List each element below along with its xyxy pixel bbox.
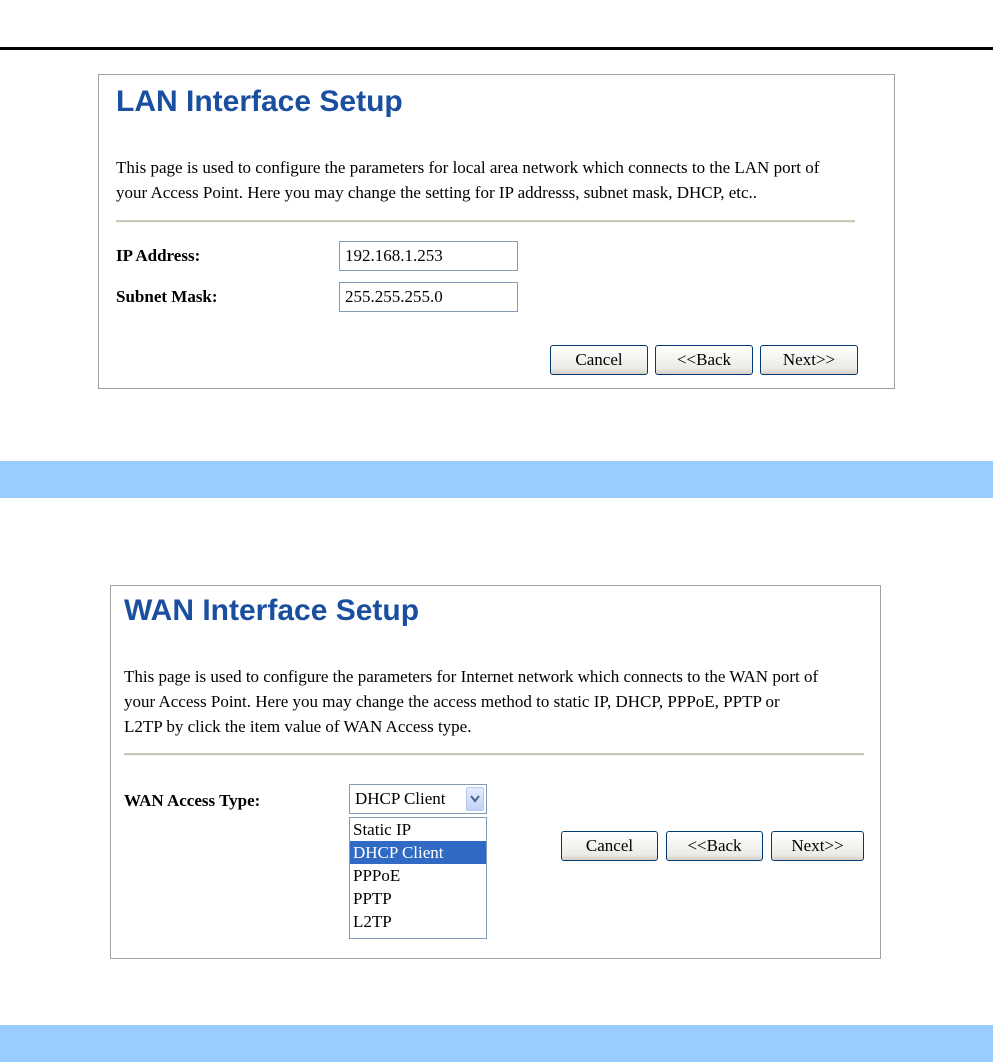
option-static-ip[interactable]: Static IP <box>350 818 486 841</box>
wan-back-button[interactable]: <<Back <box>666 831 763 861</box>
lan-page-title: LAN Interface Setup <box>116 85 403 118</box>
top-rule <box>0 47 993 50</box>
option-l2tp[interactable]: L2TP <box>350 910 486 933</box>
wan-access-type-label: WAN Access Type: <box>124 791 261 810</box>
ip-address-label: IP Address: <box>116 246 201 265</box>
wan-access-type-select[interactable]: DHCP Client <box>349 784 487 814</box>
chevron-down-icon <box>470 795 480 803</box>
wan-next-button[interactable]: Next>> <box>771 831 864 861</box>
wan-description-line-2: your Access Point. Here you may change t… <box>124 692 780 711</box>
lan-description-line-1: This page is used to configure the param… <box>116 158 820 177</box>
lan-description-line-2: your Access Point. Here you may change t… <box>116 183 758 202</box>
wan-page-title: WAN Interface Setup <box>124 594 420 627</box>
lan-back-button[interactable]: <<Back <box>655 345 753 375</box>
ip-address-input[interactable] <box>339 241 518 271</box>
section-band-2 <box>0 1025 993 1062</box>
option-pptp[interactable]: PPTP <box>350 887 486 910</box>
lan-divider <box>116 220 855 223</box>
wan-access-type-value: DHCP Client <box>355 789 446 808</box>
lan-next-button[interactable]: Next>> <box>760 345 858 375</box>
dropdown-arrow-button[interactable] <box>466 787 484 811</box>
option-pppoe[interactable]: PPPoE <box>350 864 486 887</box>
lan-cancel-button[interactable]: Cancel <box>550 345 648 375</box>
subnet-mask-input[interactable] <box>339 282 518 312</box>
wan-description-line-1: This page is used to configure the param… <box>124 667 819 686</box>
wan-cancel-button[interactable]: Cancel <box>561 831 658 861</box>
wan-divider <box>124 753 864 756</box>
section-band-1 <box>0 461 993 498</box>
wan-access-type-dropdown-list: Static IP DHCP Client PPPoE PPTP L2TP <box>349 817 487 939</box>
wan-setup-panel: WAN Interface Setup This page is used to… <box>110 585 881 959</box>
wan-description-line-3: L2TP by click the item value of WAN Acce… <box>124 717 472 736</box>
option-dhcp-client[interactable]: DHCP Client <box>350 841 486 864</box>
lan-setup-panel: LAN Interface Setup This page is used to… <box>98 74 895 389</box>
subnet-mask-label: Subnet Mask: <box>116 287 218 306</box>
